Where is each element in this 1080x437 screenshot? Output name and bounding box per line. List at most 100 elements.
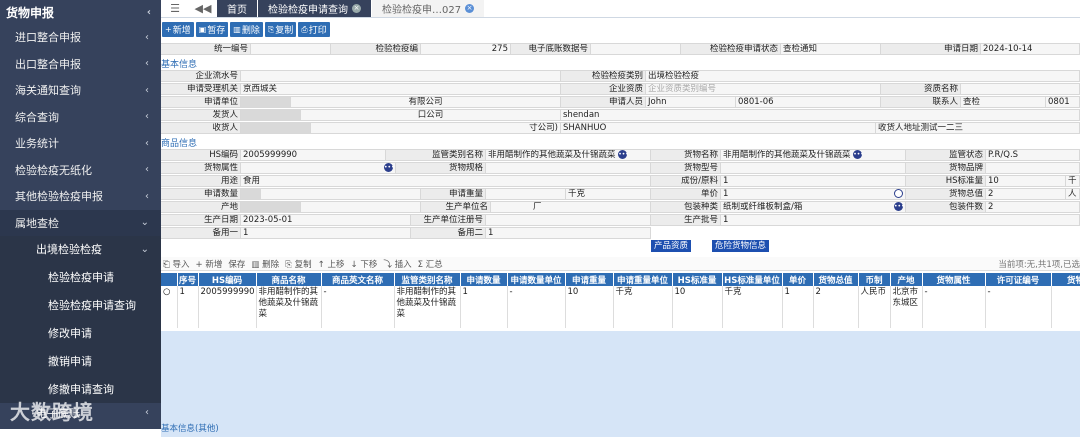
batch-value[interactable]: 1 — [721, 214, 1080, 226]
column-header[interactable]: 商品英文名称 — [321, 273, 395, 286]
goods-model-field[interactable] — [721, 162, 906, 174]
column-header[interactable]: 申请数量 — [460, 273, 508, 286]
more-icon[interactable]: ••• — [384, 163, 395, 172]
sidebar-leaf-modify[interactable]: 修改申请 — [0, 318, 161, 347]
sidebar-leaf-apply-query[interactable]: 检验检疫申请查询 — [0, 290, 161, 319]
list-save-button[interactable]: 保存 — [228, 258, 245, 270]
column-header[interactable]: 单价 — [782, 273, 814, 286]
ledger-no-field[interactable] — [591, 43, 681, 55]
goods-brand-field[interactable] — [986, 162, 1080, 174]
column-header[interactable]: 商品名称 — [256, 273, 322, 286]
sup-cat-field[interactable]: 非用醋制作的其他蔬菜及什锦蔬菜 ••• — [486, 149, 651, 161]
delete-button[interactable]: ▥ 删除 — [230, 22, 263, 37]
hs-value[interactable]: 2005999990 — [241, 149, 386, 161]
column-header[interactable]: 监管类别名称 — [394, 273, 461, 286]
sup-cond-value[interactable]: P.R/Q.S — [986, 149, 1080, 161]
use-value[interactable]: 食用 — [241, 175, 651, 187]
ingredient-value[interactable]: 1 — [721, 175, 906, 187]
qual-name-field[interactable] — [961, 83, 1080, 95]
goods-spec-field[interactable] — [486, 162, 651, 174]
move-up-button[interactable]: ↑ 上移 — [318, 258, 345, 270]
pack-count-value[interactable]: 2 — [986, 201, 1080, 213]
consignor-en-value[interactable]: shendan — [561, 109, 1080, 121]
tab-apply-detail[interactable]: 检验检疫申…027 × — [372, 0, 486, 17]
menu-icon[interactable]: ☰ — [161, 0, 189, 17]
sidebar-item-export[interactable]: 出口整合申报 ‹ — [0, 51, 161, 78]
sum-button[interactable]: Σ 汇总 — [418, 258, 443, 270]
sidebar-sub-outbound[interactable]: 出境检验检疫 ⌄ — [0, 236, 161, 263]
producer-field[interactable]: 厂 — [491, 201, 651, 213]
column-header[interactable]: 货物 — [1051, 273, 1080, 286]
weight-unit[interactable]: 千克 — [566, 188, 651, 200]
column-header[interactable]: 申请重量 — [565, 273, 614, 286]
column-header[interactable]: 货物总值 — [813, 273, 859, 286]
reg-no-field[interactable] — [486, 214, 651, 226]
applicant-value[interactable]: 有限公司 — [291, 96, 561, 108]
contact-phone[interactable]: 0801 — [1046, 96, 1080, 108]
more-icon[interactable]: ••• — [894, 202, 905, 211]
column-header[interactable]: 申请重量单位 — [613, 273, 673, 286]
table-row[interactable]: ○ 1 2005999990 非用醋制作的其他蔬菜及什锦蔬菜 - 非用醋制作的其他蔬菜及什… — [161, 286, 1080, 328]
list-new-button[interactable]: + 新增 — [196, 258, 223, 270]
consignor-value[interactable]: 口公司 — [301, 109, 561, 121]
goods-attr-field[interactable]: ••• — [241, 162, 396, 174]
origin-field[interactable] — [301, 201, 421, 213]
tab-back-icon[interactable]: ◀◀ — [189, 0, 217, 17]
sidebar-item-query[interactable]: 综合查询 ‹ — [0, 104, 161, 131]
more-icon[interactable]: ••• — [618, 150, 629, 159]
column-header[interactable]: 币制 — [858, 273, 891, 286]
ent-qual-field[interactable]: 企业资质类别编号 — [646, 83, 881, 95]
sidebar-item-import[interactable]: 进口整合申报 ‹ — [0, 24, 161, 51]
column-header[interactable]: HS标准量单位 — [722, 273, 783, 286]
weight-field[interactable] — [486, 188, 566, 200]
move-down-button[interactable]: ↓ 下移 — [351, 258, 378, 270]
category-value[interactable]: 出境检验检疫 — [646, 70, 1080, 82]
column-header[interactable]: 序号 — [177, 273, 199, 286]
inspect-no-field[interactable]: 275 — [421, 43, 511, 55]
list-copy-button[interactable]: ⎘ 复制 — [285, 258, 312, 270]
qty-field[interactable] — [261, 188, 421, 200]
column-header[interactable]: 产地 — [890, 273, 923, 286]
copy-button[interactable]: ⎘ 复制 — [264, 22, 297, 37]
sidebar-top-goods-declaration[interactable]: 货物申报 ‹ — [0, 0, 161, 24]
close-icon[interactable]: × — [465, 4, 475, 13]
goods-name-field[interactable]: 非用醋制作的其他蔬菜及什锦蔬菜 ••• — [721, 149, 906, 161]
flow-no-field[interactable] — [241, 70, 561, 82]
column-header[interactable]: 申请数量单位 — [507, 273, 566, 286]
sidebar-item-stats[interactable]: 业务统计 ‹ — [0, 130, 161, 157]
calculator-icon[interactable] — [894, 189, 903, 198]
consignee-en-value[interactable]: SHANHUO — [561, 122, 876, 134]
list-delete-button[interactable]: ▥ 删除 — [251, 258, 279, 270]
total-value[interactable]: 2 — [986, 188, 1066, 200]
more-icon[interactable]: ••• — [853, 150, 864, 159]
spare1-value[interactable]: 1 — [241, 227, 411, 239]
price-field[interactable]: 1 — [721, 188, 906, 200]
dangerous-goods-button[interactable]: 危险货物信息 — [712, 240, 770, 252]
sidebar-leaf-revoke[interactable]: 撤销申请 — [0, 346, 161, 375]
import-button[interactable]: ⎗ 导入 — [163, 258, 190, 270]
sidebar-item-customs-notice[interactable]: 海关通知查询 ‹ — [0, 77, 161, 104]
sidebar-leaf-apply[interactable]: 检验检疫申请 — [0, 262, 161, 291]
phone-value[interactable]: 0801-06 — [736, 96, 881, 108]
close-icon[interactable]: × — [352, 4, 361, 13]
spare2-value[interactable]: 1 — [486, 227, 651, 239]
authority-value[interactable]: 京西城关 — [241, 83, 561, 95]
prod-date-value[interactable]: 2023-05-01 — [241, 214, 411, 226]
save-draft-button[interactable]: ▣ 暂存 — [195, 22, 229, 37]
column-header[interactable]: HS编码 — [198, 273, 257, 286]
new-button[interactable]: + 新增 — [162, 22, 194, 37]
unified-no-field[interactable] — [251, 43, 331, 55]
product-qualification-button[interactable]: 产品资质 — [651, 240, 692, 252]
sidebar-item-other-inspection[interactable]: 其他检验检疫申报 ‹ — [0, 183, 161, 210]
hs-std-value[interactable]: 10 — [986, 175, 1066, 187]
tab-apply-query[interactable]: 检验检疫申请查询 × — [258, 0, 372, 17]
contact-value[interactable]: 查检 — [961, 96, 1046, 108]
sidebar-item-local-inspection[interactable]: 属地查检 ⌄ — [0, 209, 161, 236]
row-radio[interactable]: ○ — [161, 286, 178, 328]
column-header[interactable]: 货物属性 — [922, 273, 986, 286]
insert-button[interactable]: ⤵ 插入 — [383, 258, 411, 270]
column-header[interactable]: HS标准量 — [672, 273, 723, 286]
tab-home[interactable]: 首页 — [217, 0, 258, 17]
applicant-person-value[interactable]: John — [646, 96, 736, 108]
consignee-addr[interactable]: 收货人地址测试一二三 — [876, 122, 1080, 134]
